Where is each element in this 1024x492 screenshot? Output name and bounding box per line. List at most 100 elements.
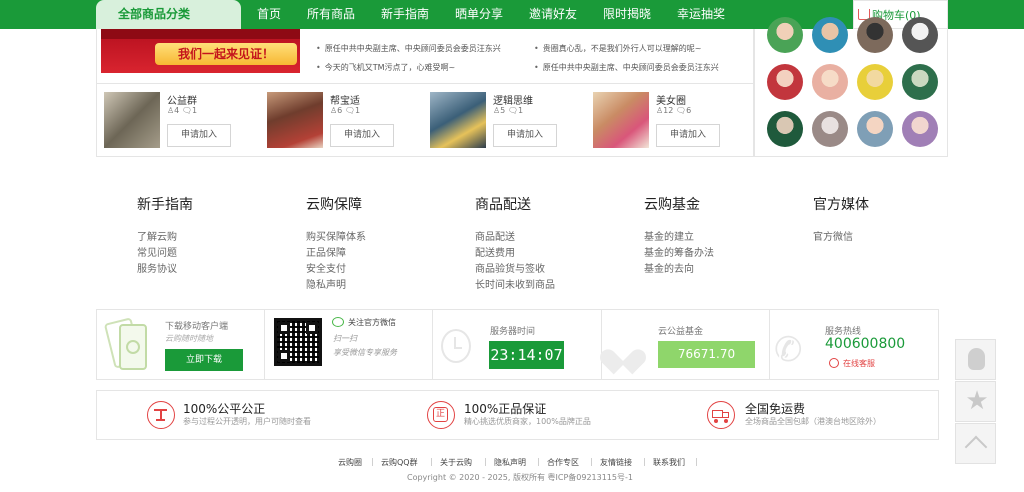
nav-invite-friends[interactable]: 邀请好友 (529, 0, 577, 29)
chevron-up-icon (964, 435, 988, 459)
hotline-number: 400600800 (825, 336, 906, 352)
nav-share-orders[interactable]: 晒单分享 (455, 0, 503, 29)
avatar[interactable] (812, 111, 848, 147)
join-group-button[interactable]: 申请加入 (656, 124, 720, 147)
group-stats: ♙5 🗨1 (493, 106, 524, 115)
mobile-phone-icon (103, 317, 151, 370)
comment-icon: 🗨 (507, 106, 518, 115)
comment-icon: 🗨 (344, 106, 355, 115)
join-group-button[interactable]: 申请加入 (330, 124, 394, 147)
avatar[interactable] (902, 64, 938, 100)
wechat-qr-code (274, 318, 322, 366)
footer-link[interactable]: 商品验货与签收 (475, 260, 545, 275)
group-name[interactable]: 逻辑思维 (493, 92, 533, 107)
footer-link[interactable]: 隐私声明 (306, 276, 346, 291)
footer-col-title: 新手指南 (137, 197, 193, 213)
footer-link[interactable]: 了解云购 (137, 228, 177, 243)
footer-link[interactable]: 基金的建立 (644, 228, 694, 243)
footer-col-title: 云购保障 (306, 197, 362, 213)
all-categories-button[interactable]: 全部商品分类 (96, 0, 241, 29)
wechat-hint: 享受微信专享服务 (333, 348, 397, 357)
footer-col-title: 商品配送 (475, 197, 531, 213)
news-item[interactable]: 原任中共中央副主席、中央顾问委员会委员汪东兴 (534, 62, 719, 73)
avatar[interactable] (812, 17, 848, 53)
scale-icon (147, 401, 175, 429)
download-button[interactable]: 立即下载 (165, 349, 243, 371)
favorite-button[interactable]: ★ (955, 381, 996, 422)
footer-link[interactable]: 购买保障体系 (306, 228, 366, 243)
news-item[interactable]: 原任中共中央副主席、中央顾问委员会委员汪东兴 (316, 43, 501, 54)
nav-limited-reveal[interactable]: 限时揭晓 (603, 0, 651, 29)
group-name[interactable]: 公益群 (167, 92, 197, 107)
online-service-icon (829, 358, 839, 368)
nav-beginner-guide[interactable]: 新手指南 (381, 0, 429, 29)
guarantee-title: 100%正品保证 (464, 402, 547, 416)
group-thumbnail[interactable] (104, 92, 160, 148)
footer-link[interactable]: 官方微信 (813, 228, 853, 243)
footer-link[interactable]: 常见问题 (137, 244, 177, 259)
genuine-badge-icon: 正 (427, 401, 455, 429)
footer-bottom-link[interactable]: 友情链接 (600, 457, 632, 468)
app-download-title: 下载移动客户端 (165, 322, 229, 332)
footer-link[interactable]: 安全支付 (306, 260, 346, 275)
heart-icon (596, 337, 650, 375)
footer-bottom-link[interactable]: 合作专区 (547, 457, 579, 468)
group-name[interactable]: 美女圈 (656, 92, 686, 107)
server-time-label: 服务器时间 (490, 327, 536, 337)
avatar[interactable] (902, 17, 938, 53)
footer-link[interactable]: 服务协议 (137, 260, 177, 275)
qq-icon (968, 348, 985, 370)
qq-service-button[interactable] (955, 339, 996, 380)
footer-link[interactable]: 配送费用 (475, 244, 515, 259)
footer-bottom-link[interactable]: 隐私声明 (494, 457, 526, 468)
guarantee-title: 全国免运费 (745, 402, 806, 416)
join-group-button[interactable]: 申请加入 (493, 124, 557, 147)
guarantee-subtitle: 参与过程公开透明，用户可随时查看 (183, 417, 311, 426)
news-item[interactable]: 今天的飞机又TM污点了，心难受啊~ (316, 62, 456, 73)
footer-bottom-link[interactable]: 云购QQ群 (381, 457, 418, 468)
footer-link[interactable]: 正品保障 (306, 244, 346, 259)
back-to-top-button[interactable] (955, 423, 996, 464)
news-item[interactable]: 贵圈真心乱，不是我们外行人可以理解的呢~ (534, 43, 702, 54)
banner-text: 我们一起来见证！ (155, 43, 297, 65)
footer-bottom-link[interactable]: 关于云购 (440, 457, 472, 468)
online-service-link[interactable]: 在线客服 (843, 358, 875, 369)
avatar[interactable] (857, 111, 893, 147)
group-thumbnail[interactable] (267, 92, 323, 148)
avatar[interactable] (857, 17, 893, 53)
comment-icon: 🗨 (675, 106, 687, 115)
footer-link[interactable]: 长时间未收到商品 (475, 276, 555, 291)
phone-icon: ✆ (774, 330, 803, 370)
nav-lucky-draw[interactable]: 幸运抽奖 (677, 0, 725, 29)
clock-icon (441, 329, 471, 363)
fund-value: 76671.70 (658, 341, 755, 368)
join-group-button[interactable]: 申请加入 (167, 124, 231, 147)
group-stats: ♙6 🗨1 (330, 106, 361, 115)
footer-link[interactable]: 商品配送 (475, 228, 515, 243)
avatar[interactable] (902, 111, 938, 147)
nav-all-products[interactable]: 所有商品 (307, 0, 355, 29)
avatar[interactable] (857, 64, 893, 100)
copyright: Copyright © 2020 - 2025, 版权所有 粤ICP备09213… (407, 473, 633, 482)
app-slogan: 云购随时随地 (165, 334, 213, 343)
avatar[interactable] (767, 17, 803, 53)
avatar[interactable] (767, 64, 803, 100)
group-stats: ♙12 🗨6 (656, 106, 692, 115)
footer-bottom-link[interactable]: 云购圈 (338, 457, 362, 468)
guarantee-title: 100%公平公正 (183, 402, 266, 416)
group-name[interactable]: 帮宝适 (330, 92, 360, 107)
wechat-icon (332, 317, 344, 327)
footer-link[interactable]: 基金的筹备办法 (644, 244, 714, 259)
guarantee-subtitle: 全场商品全国包邮（港澳台地区除外） (745, 417, 881, 426)
footer-link[interactable]: 基金的去向 (644, 260, 694, 275)
promo-banner[interactable]: 我们一起来见证！ (101, 29, 300, 73)
group-thumbnail[interactable] (430, 92, 486, 148)
avatar[interactable] (767, 111, 803, 147)
guarantee-subtitle: 精心挑选优质商家，100%品牌正品 (464, 417, 591, 426)
footer-col-title: 云购基金 (644, 197, 700, 213)
nav-home[interactable]: 首页 (257, 0, 281, 29)
delivery-truck-icon (707, 401, 735, 429)
footer-bottom-link[interactable]: 联系我们 (653, 457, 685, 468)
avatar[interactable] (812, 64, 848, 100)
group-thumbnail[interactable] (593, 92, 649, 148)
